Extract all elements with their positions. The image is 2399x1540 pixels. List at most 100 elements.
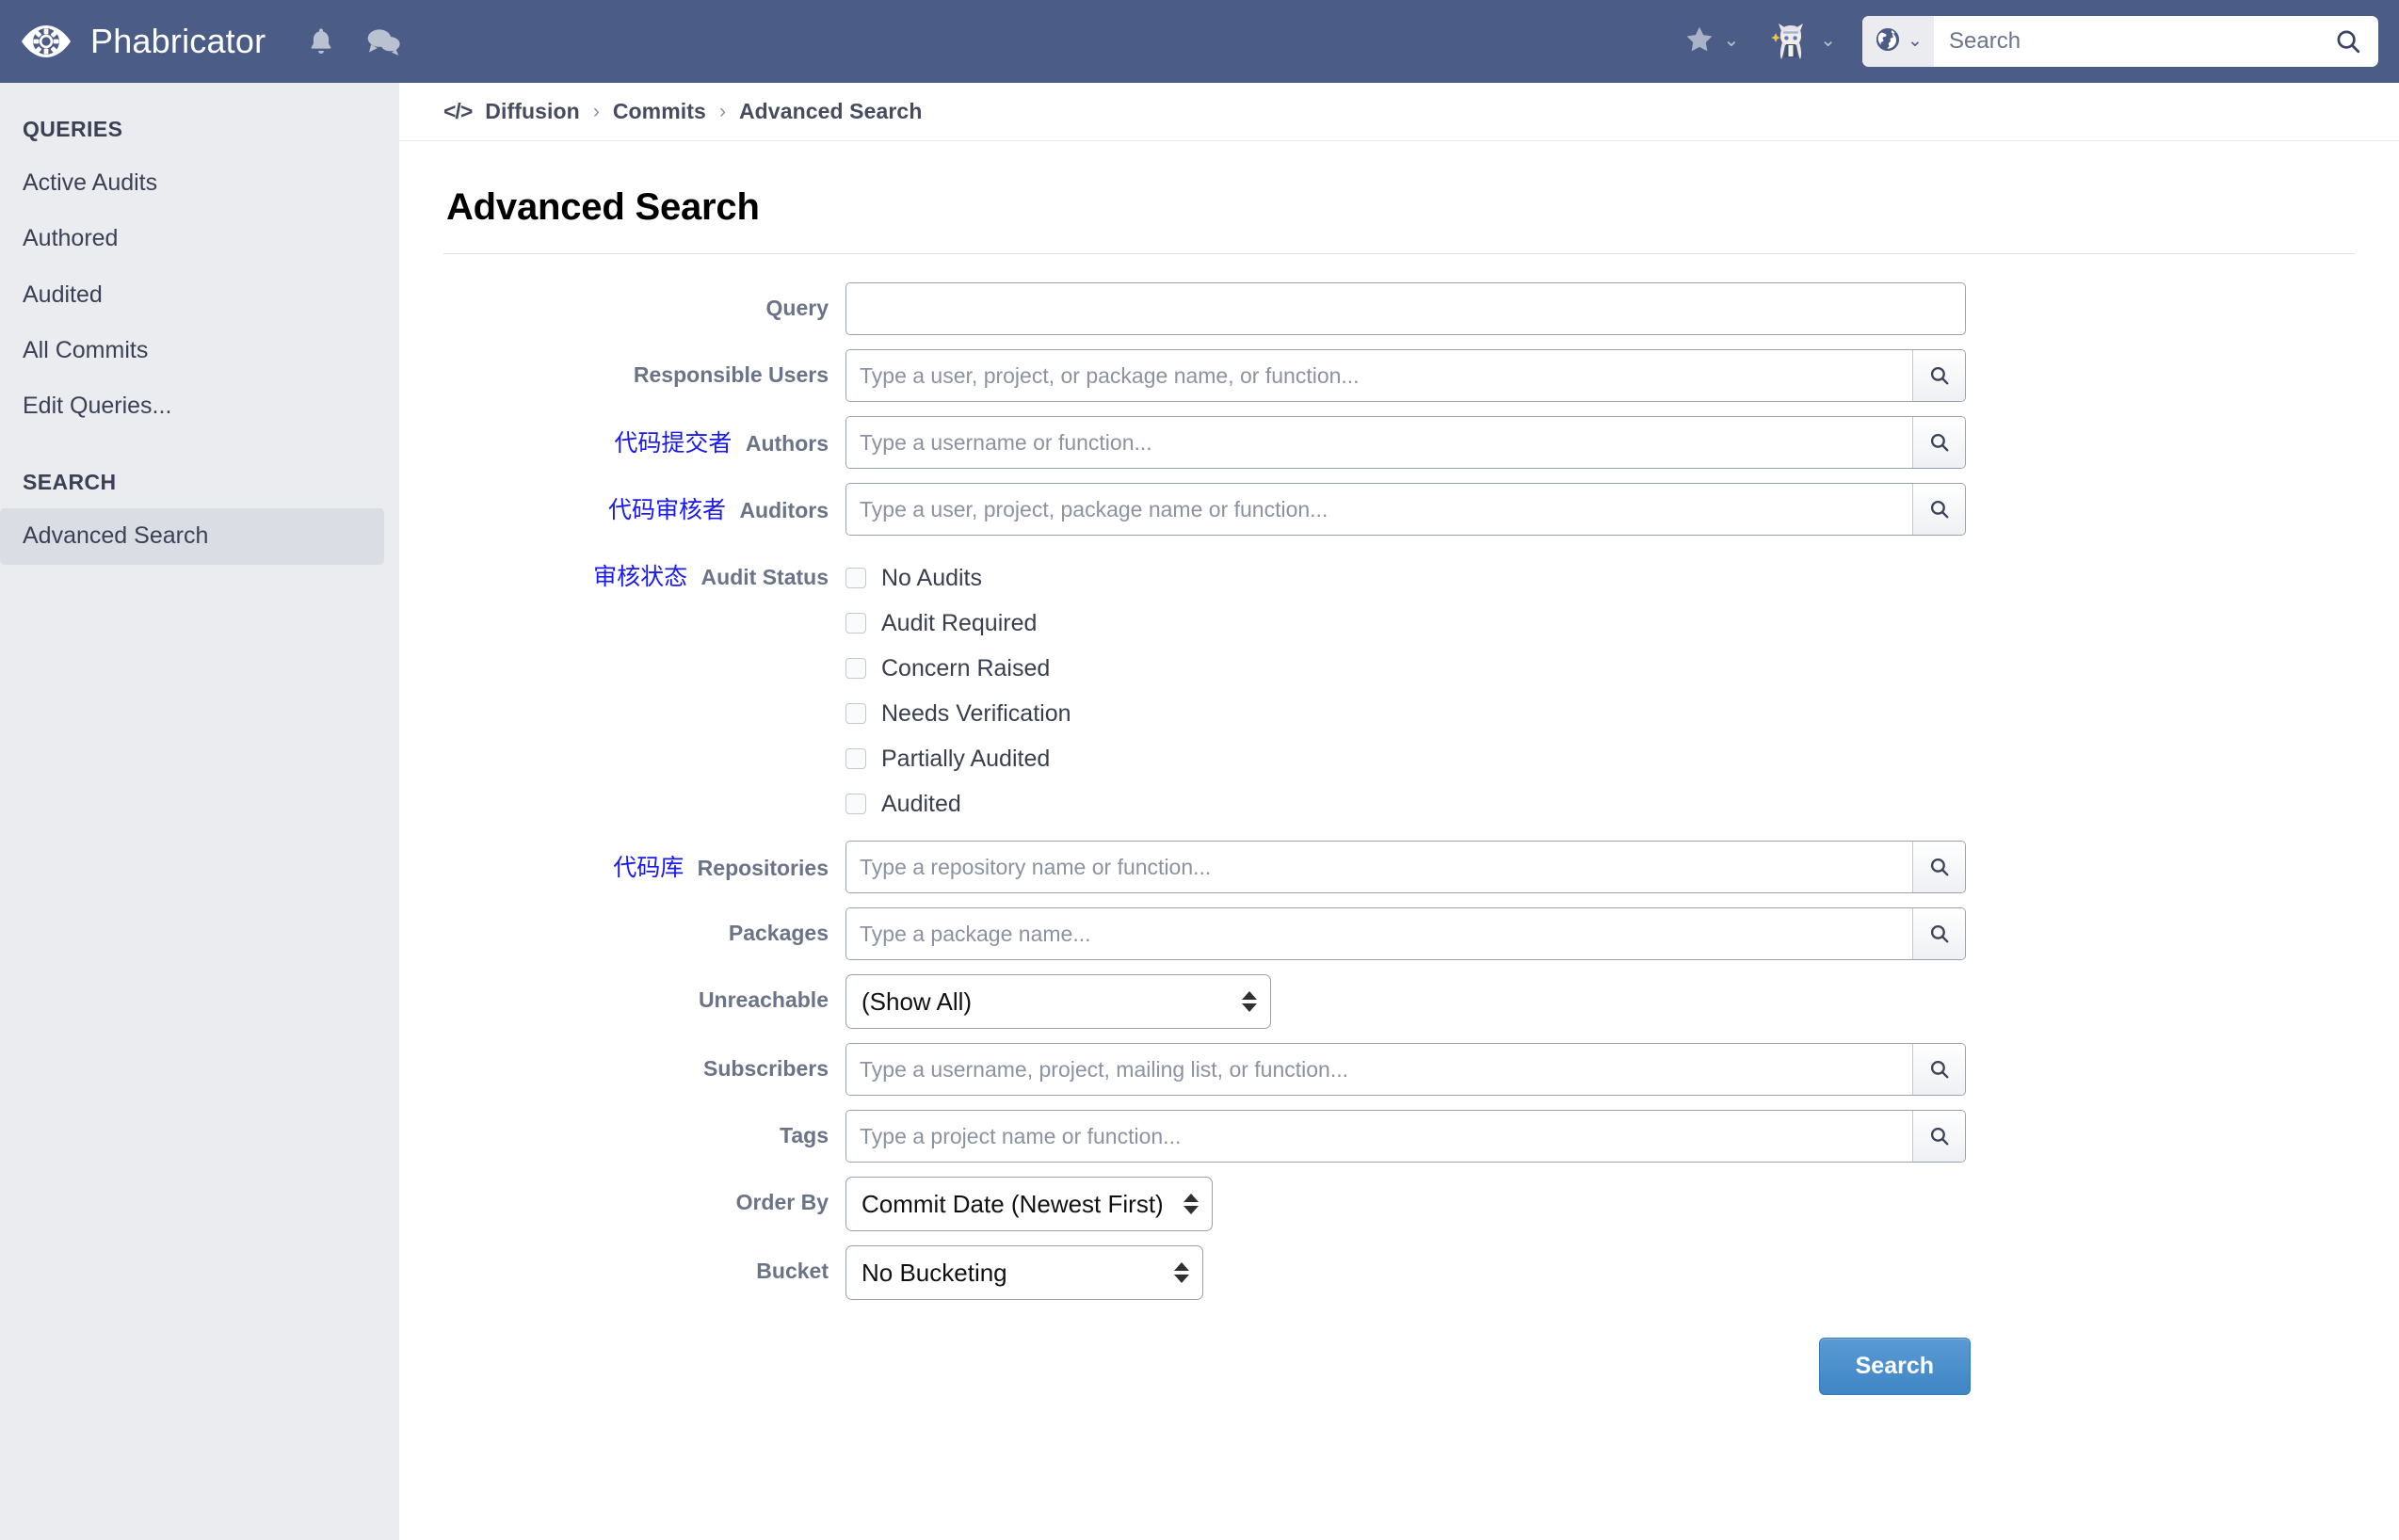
subscribers-browse-button[interactable]: [1912, 1044, 1965, 1095]
responsible-users-input[interactable]: [846, 350, 1912, 401]
sidebar-item-audited[interactable]: Audited: [0, 267, 399, 323]
checkbox-audited[interactable]: Audited: [845, 781, 2355, 826]
checkbox-concern-raised[interactable]: Concern Raised: [845, 646, 2355, 691]
main-content: </> Diffusion › Commits › Advanced Searc…: [399, 83, 2399, 1540]
label-auditors-text: Auditors: [739, 498, 829, 522]
checkbox-box[interactable]: [845, 748, 866, 769]
bucket-select[interactable]: No Bucketing: [845, 1245, 1203, 1300]
field-row-responsible-users: Responsible Users: [448, 349, 2355, 402]
sidebar-item-active-audits[interactable]: Active Audits: [0, 155, 399, 211]
checkbox-label: Needs Verification: [881, 699, 1071, 727]
label-subscribers: Subscribers: [448, 1043, 845, 1083]
global-search-input[interactable]: [1934, 16, 2318, 67]
authors-browse-button[interactable]: [1912, 417, 1965, 468]
label-authors-zh: 代码提交者: [614, 430, 733, 457]
user-menu[interactable]: ⌄: [1754, 13, 1851, 70]
auditors-input[interactable]: [846, 484, 1912, 535]
sidebar-item-authored[interactable]: Authored: [0, 211, 399, 266]
breadcrumb-diffusion[interactable]: Diffusion: [485, 99, 580, 124]
subscribers-typeahead: [845, 1043, 1966, 1096]
label-packages-text: Packages: [728, 921, 829, 945]
sidebar-item-edit-queries[interactable]: Edit Queries...: [0, 378, 399, 434]
checkbox-no-audits[interactable]: No Audits: [845, 555, 2355, 601]
label-unreachable-text: Unreachable: [698, 987, 829, 1012]
repositories-input[interactable]: [846, 842, 1912, 892]
label-authors-text: Authors: [745, 431, 829, 456]
field-row-subscribers: Subscribers: [448, 1043, 2355, 1096]
checkbox-needs-verification[interactable]: Needs Verification: [845, 691, 2355, 736]
label-tags: Tags: [448, 1110, 845, 1149]
sidebar-heading-search: SEARCH: [23, 470, 117, 495]
chevron-down-icon: ⌄: [1723, 30, 1740, 51]
packages-browse-button[interactable]: [1912, 908, 1965, 959]
order-by-select[interactable]: Commit Date (Newest First): [845, 1177, 1213, 1231]
label-packages: Packages: [448, 907, 845, 947]
app-header: Phabricator ⌄ ⌄ ⌄ Search: [0, 0, 2399, 83]
label-order-by: Order By: [448, 1177, 845, 1216]
field-row-order-by: Order By Commit Date (Newest First): [448, 1177, 2355, 1231]
breadcrumb-commits[interactable]: Commits: [613, 99, 706, 124]
label-subscribers-text: Subscribers: [703, 1056, 829, 1081]
field-row-packages: Packages: [448, 907, 2355, 960]
search-scope-selector[interactable]: ⌄: [1862, 16, 1934, 67]
field-row-tags: Tags: [448, 1110, 2355, 1163]
checkbox-box[interactable]: [845, 568, 866, 588]
checkbox-label: No Audits: [881, 564, 983, 591]
subscribers-input[interactable]: [846, 1044, 1912, 1095]
chat-bubble-icon[interactable]: [365, 25, 401, 57]
breadcrumb-separator: ›: [592, 100, 600, 122]
page-title: Advanced Search: [446, 186, 760, 228]
brand-home-link[interactable]: Phabricator: [0, 14, 266, 69]
global-search-submit[interactable]: [2318, 16, 2378, 67]
breadcrumb-advanced-search: Advanced Search: [738, 99, 923, 123]
field-row-audit-status: 审核状态 Audit Status No Audits Audit Requir…: [448, 550, 2355, 826]
checkbox-box[interactable]: [845, 703, 866, 724]
order-by-selected-value: Commit Date (Newest First): [861, 1190, 1164, 1218]
globe-icon: [1874, 25, 1902, 58]
checkbox-audit-required[interactable]: Audit Required: [845, 601, 2355, 646]
auditors-browse-button[interactable]: [1912, 484, 1965, 535]
sidebar-heading-queries: QUERIES: [23, 117, 123, 141]
tags-input[interactable]: [846, 1111, 1912, 1162]
checkbox-box[interactable]: [845, 658, 866, 679]
authors-typeahead: [845, 416, 1966, 469]
chevron-down-icon: ⌄: [1908, 30, 1923, 51]
responsible-users-browse-button[interactable]: [1912, 350, 1965, 401]
select-arrows-icon: [1183, 1194, 1199, 1214]
bell-icon[interactable]: [305, 25, 337, 57]
label-order-by-text: Order By: [735, 1190, 829, 1214]
label-authors: 代码提交者 Authors: [448, 416, 845, 457]
packages-input[interactable]: [846, 908, 1912, 959]
star-icon: [1683, 24, 1715, 60]
label-auditors: 代码审核者 Auditors: [448, 483, 845, 524]
query-input[interactable]: [845, 282, 1966, 335]
checkbox-box[interactable]: [845, 613, 866, 634]
repositories-browse-button[interactable]: [1912, 842, 1965, 892]
label-audit-status-text: Audit Status: [700, 565, 829, 589]
checkbox-partially-audited[interactable]: Partially Audited: [845, 736, 2355, 781]
checkbox-label: Partially Audited: [881, 745, 1051, 772]
global-search: ⌄: [1862, 16, 2378, 67]
field-row-bucket: Bucket No Bucketing: [448, 1245, 2355, 1300]
unreachable-select[interactable]: (Show All): [845, 974, 1271, 1029]
sidebar-item-advanced-search[interactable]: Advanced Search: [0, 508, 384, 565]
tags-browse-button[interactable]: [1912, 1111, 1965, 1162]
favorites-menu[interactable]: ⌄: [1668, 13, 1754, 70]
sidebar-item-all-commits[interactable]: All Commits: [0, 323, 399, 378]
advanced-search-form: Query Responsible Users Type a user, pro…: [443, 282, 2355, 1395]
label-query-text: Query: [765, 296, 829, 320]
label-auditors-zh: 代码审核者: [608, 497, 727, 523]
checkbox-box[interactable]: [845, 794, 866, 814]
checkbox-label: Audit Required: [881, 609, 1038, 636]
form-actions: Search: [448, 1338, 1971, 1395]
label-repositories-text: Repositories: [697, 856, 829, 880]
field-row-authors: 代码提交者 Authors: [448, 416, 2355, 469]
checkbox-label: Audited: [881, 790, 961, 817]
responsible-users-typeahead: [845, 349, 1966, 402]
authors-input[interactable]: [846, 417, 1912, 468]
chevron-down-icon: ⌄: [1820, 30, 1836, 51]
title-divider: [443, 253, 2355, 254]
search-submit-button[interactable]: Search: [1818, 1338, 1971, 1395]
field-row-unreachable: Unreachable (Show All): [448, 974, 2355, 1029]
